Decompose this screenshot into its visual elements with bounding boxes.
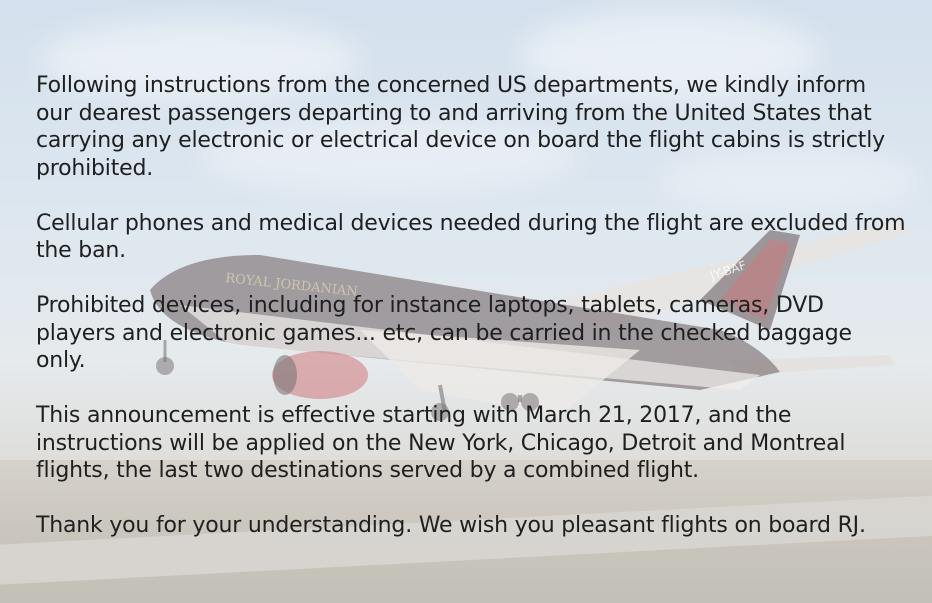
announcement-text: Following instructions from the concerne… <box>36 72 906 567</box>
paragraph-exclusions: Cellular phones and medical devices need… <box>36 210 906 264</box>
paragraph-prohibited-devices: Prohibited devices, including for instan… <box>36 293 852 373</box>
announcement-panel: JY-BAF ROYAL JORDANIAN Following instruc… <box>0 0 932 603</box>
paragraph-effective-date: This announcement is effective starting … <box>36 403 846 483</box>
paragraph-instructions: Following instructions from the concerne… <box>36 73 885 181</box>
paragraph-thank-you: Thank you for your understanding. We wis… <box>36 513 866 538</box>
